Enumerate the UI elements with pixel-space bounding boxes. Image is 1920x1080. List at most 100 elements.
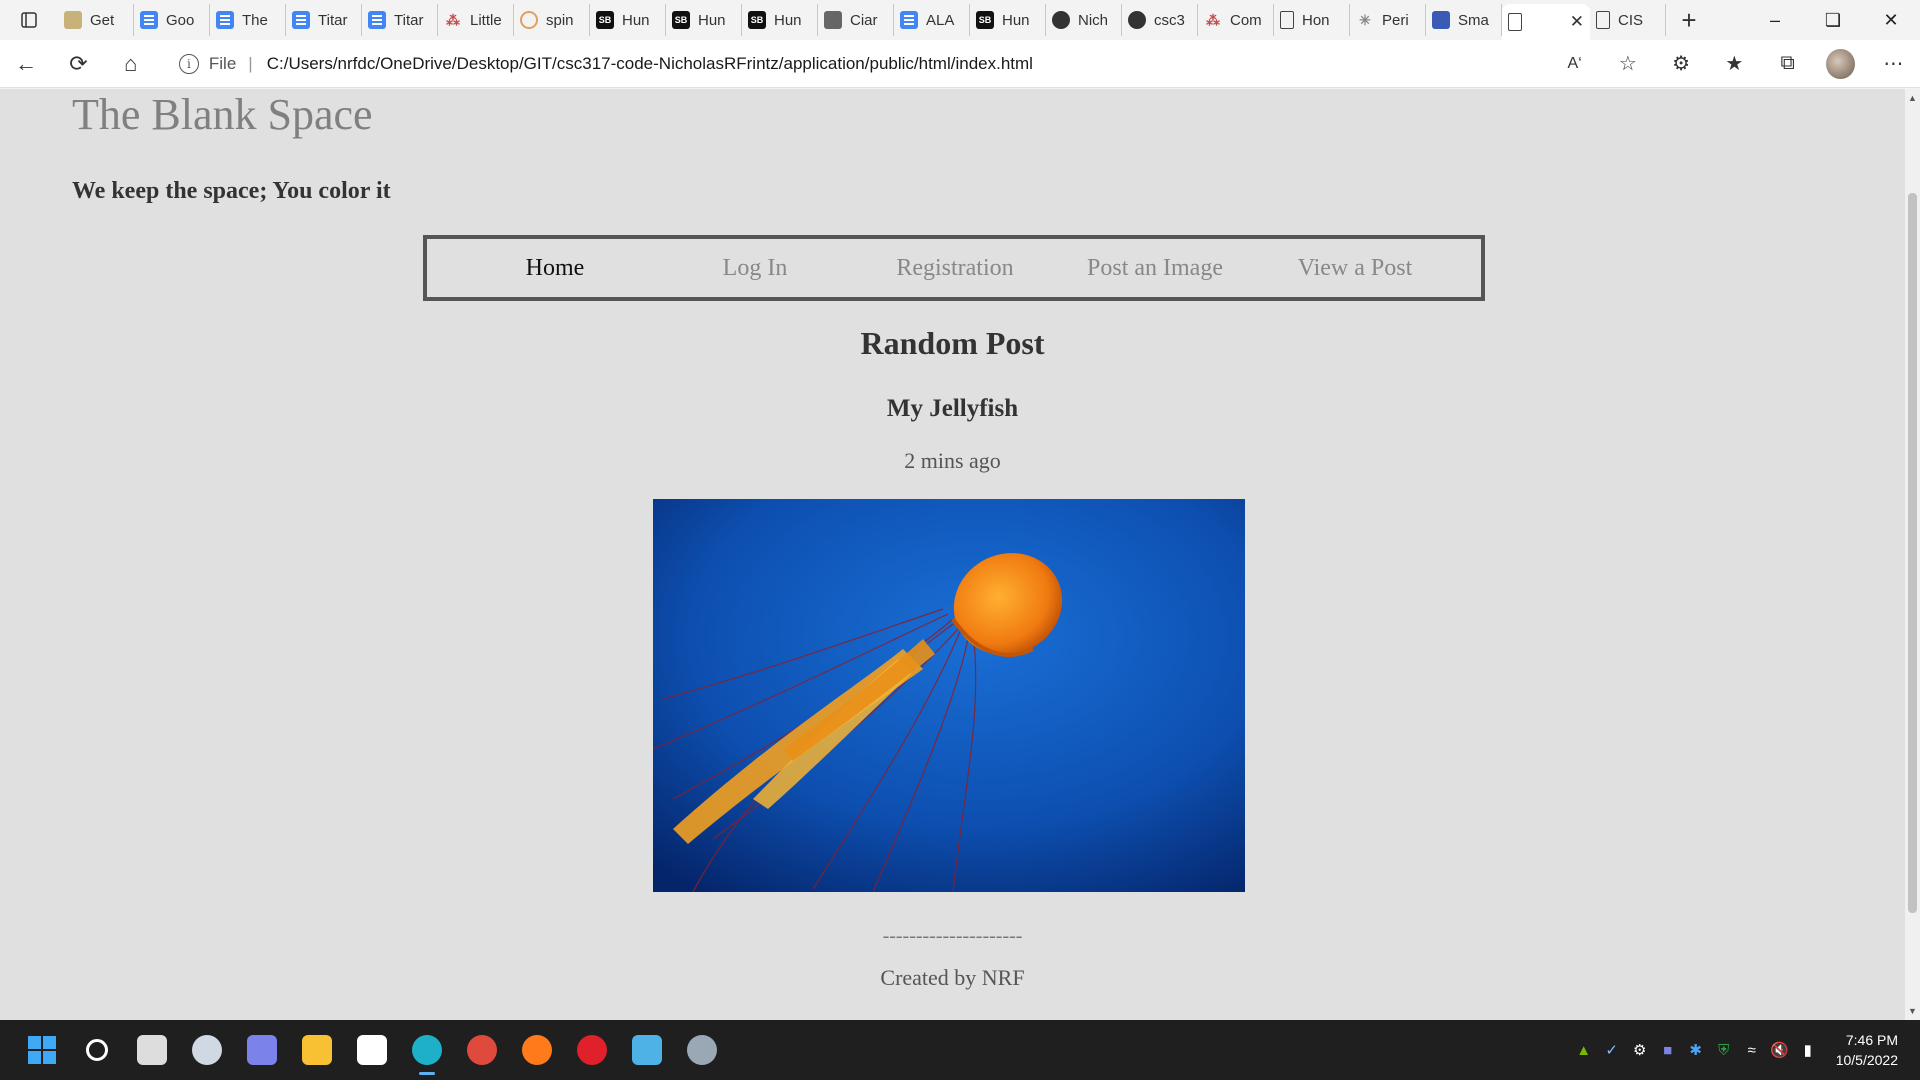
tab-actions-button[interactable] [0,0,58,40]
notepad-taskbar-button[interactable] [619,1020,674,1080]
browser-tab[interactable]: Titar [286,4,362,36]
edge-taskbar-button[interactable] [399,1020,454,1080]
browser-tab[interactable]: ⁂ Com [1198,4,1274,36]
browser-tab[interactable]: Ciar [818,4,894,36]
file-explorer-taskbar-button[interactable] [289,1020,344,1080]
tab-title: Little [470,11,502,29]
footer-divider: --------------------- [882,925,1023,947]
widgets-taskbar-button[interactable] [179,1020,234,1080]
page-scrollbar[interactable]: ▲ ▼ [1905,89,1920,1020]
url-text[interactable]: C:/Users/nrfdc/OneDrive/Desktop/GIT/csc3… [267,54,1033,74]
teams-icon[interactable]: ■ [1654,1020,1682,1080]
taskbar-clock[interactable]: 7:46 PM 10/5/2022 [1836,1030,1898,1070]
browser-tab[interactable]: ✕ [1502,4,1590,40]
browser-tab[interactable]: ALA [894,4,970,36]
opera-taskbar-button[interactable] [564,1020,619,1080]
tab-title: Sma [1458,11,1489,29]
close-window-button[interactable]: ✕ [1862,0,1920,40]
browser-tab[interactable]: spin [514,4,590,36]
nav-link-home[interactable]: Home [455,255,655,282]
scrollbar-thumb[interactable] [1908,193,1917,913]
scroll-down-arrow-icon[interactable]: ▼ [1905,1006,1920,1016]
nvidia-icon[interactable]: ▲ [1570,1020,1598,1080]
browser-tab[interactable]: ⁂ Little [438,4,514,36]
start-taskbar-button[interactable] [14,1020,69,1080]
favorites-button[interactable]: ★ [1708,40,1761,88]
browser-tab[interactable]: Goo [134,4,210,36]
github-icon [1052,11,1070,29]
nav-link-view-a-post[interactable]: View a Post [1255,255,1455,282]
tab-title: spin [546,11,574,29]
address-bar[interactable]: i File | C:/Users/nrfdc/OneDrive/Desktop… [178,45,1549,82]
browser-tab[interactable]: CIS [1590,4,1666,36]
browser-tab[interactable]: Titar [362,4,438,36]
profile-avatar[interactable] [1826,48,1855,79]
network-tool-icon[interactable]: ✓ [1598,1020,1626,1080]
file-explorer-icon [301,1035,332,1065]
tab-title: Com [1230,11,1262,29]
task-view-taskbar-button[interactable] [124,1020,179,1080]
puzzle-icon: ⚙ [1672,53,1691,75]
settings-menu-button[interactable]: ⋯ [1867,40,1920,88]
tab-list: Get Goo The Titar Titar ⁂ Little spin SB Hun SB Hun… [58,0,1666,40]
new-tab-button[interactable]: + [1666,0,1712,40]
browser-tab[interactable]: ✳ Peri [1350,4,1426,36]
edge-icon [411,1035,442,1065]
nav-link-log-in[interactable]: Log In [655,255,855,282]
lines-icon [1432,11,1450,29]
add-favorite-button[interactable]: ☆ [1601,40,1654,88]
page-icon [1280,11,1294,29]
security-icon[interactable]: ⛨ [1710,1020,1738,1080]
settings-taskbar-button[interactable] [674,1020,729,1080]
browser-tab[interactable]: SB Hun [970,4,1046,36]
browser-tab[interactable]: The [210,4,286,36]
tab-title: Titar [394,11,424,29]
post-timestamp: 2 mins ago [904,448,1001,473]
favorites-icon: ★ [1725,53,1744,75]
google-docs-icon [900,11,918,29]
browser-tab[interactable]: Sma [1426,4,1502,36]
sb-icon: SB [976,11,994,29]
refresh-button[interactable]: ⟳ [52,40,104,88]
wifi-icon[interactable]: ≈ [1738,1020,1766,1080]
google-docs-icon [292,11,310,29]
chrome-taskbar-button[interactable] [454,1020,509,1080]
tab-title: Hun [774,11,802,29]
tab-actions-icon [21,12,37,28]
read-aloud-button[interactable]: A‘ [1548,40,1601,88]
firefox-taskbar-button[interactable] [509,1020,564,1080]
home-button[interactable]: ⌂ [105,40,157,88]
collections-icon: ⧉ [1780,52,1795,74]
browser-tab[interactable]: SB Hun [742,4,818,36]
page-viewport: The Blank Space We keep the space; You c… [0,89,1905,1020]
tab-title: Ciar [850,11,878,29]
steam-icon[interactable]: ⚙ [1626,1020,1654,1080]
browser-tab[interactable]: SB Hun [666,4,742,36]
browser-tab[interactable]: Hon [1274,4,1350,36]
search-taskbar-button[interactable] [69,1020,124,1080]
google-docs-icon [216,11,234,29]
refresh-icon: ⟳ [69,50,88,76]
info-icon[interactable]: i [178,53,199,74]
nav-link-post-an-image[interactable]: Post an Image [1055,255,1255,282]
battery-icon[interactable]: ▮ [1794,1020,1822,1080]
store-taskbar-button[interactable] [344,1020,399,1080]
red-figure-icon: ⁂ [446,11,460,28]
start-icon [27,1036,56,1064]
back-button[interactable]: ← [0,40,52,88]
extensions-button[interactable]: ⚙ [1655,40,1708,88]
nav-link-registration[interactable]: Registration [855,255,1055,282]
close-tab-icon[interactable]: ✕ [1570,12,1584,32]
browser-tab[interactable]: csc3 [1122,4,1198,36]
browser-tab[interactable]: Get [58,4,134,36]
chat-taskbar-button[interactable] [234,1020,289,1080]
collections-button[interactable]: ⧉ [1761,40,1814,88]
minimize-button[interactable]: – [1746,0,1804,40]
browser-tab[interactable]: SB Hun [590,4,666,36]
volume-muted-icon[interactable]: 🔇 [1766,1020,1794,1080]
tab-title: CIS [1618,11,1644,29]
browser-tab[interactable]: Nich [1046,4,1122,36]
restore-button[interactable]: ❏ [1804,0,1862,40]
scroll-up-arrow-icon[interactable]: ▲ [1905,93,1920,103]
bluetooth-icon[interactable]: ✱ [1682,1020,1710,1080]
